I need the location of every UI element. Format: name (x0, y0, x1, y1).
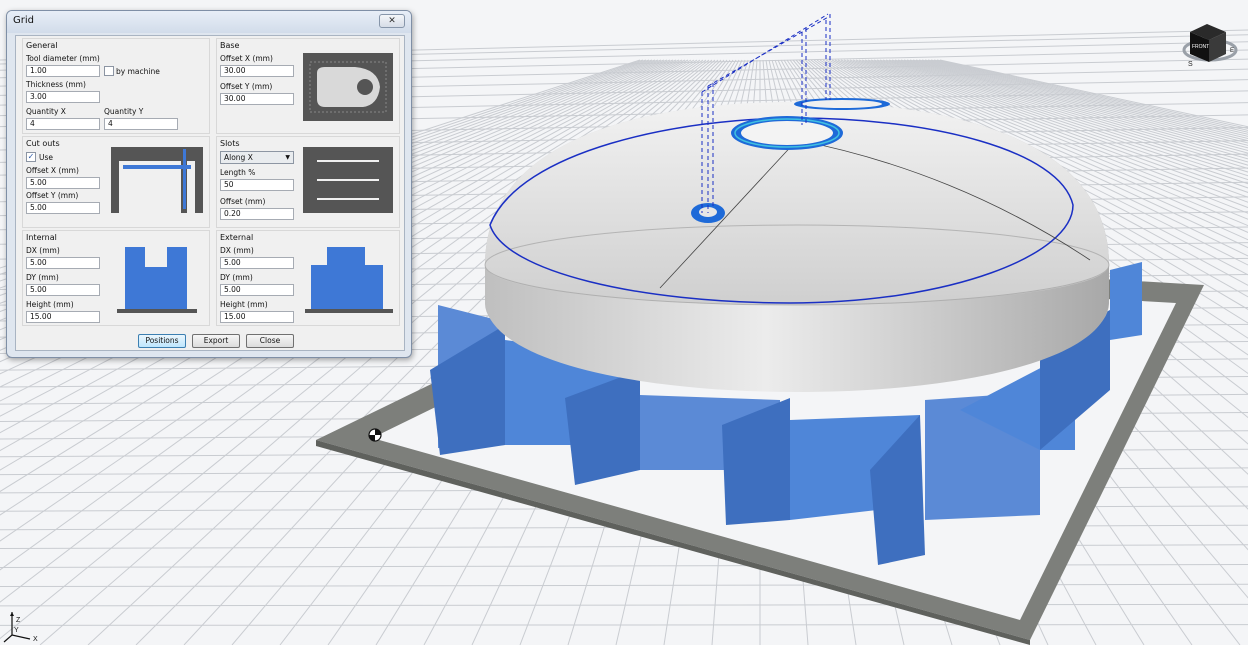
cutouts-offset-y-input[interactable]: 5.00 (26, 202, 100, 214)
axis-y-label: Y (14, 627, 19, 634)
dialog-close-icon[interactable]: ✕ (379, 14, 405, 28)
use-checkbox[interactable]: ✓ (26, 152, 36, 162)
cutouts-offset-x-label: Offset X (mm) (26, 166, 79, 175)
external-dx-input[interactable]: 5.00 (220, 257, 294, 269)
slots-preview-image (303, 147, 393, 213)
base-offset-x-label: Offset X (mm) (220, 54, 273, 63)
internal-title: Internal (26, 233, 57, 242)
internal-preview-image (111, 245, 203, 315)
internal-dy-label: DY (mm) (26, 273, 59, 282)
cutouts-title: Cut outs (26, 139, 60, 148)
slots-title: Slots (220, 139, 240, 148)
axis-triad: Z X Y (3, 612, 38, 643)
quantity-y-label: Quantity Y (104, 107, 144, 116)
internal-height-input[interactable]: 15.00 (26, 311, 100, 323)
internal-panel: Internal DX (mm) 5.00 DY (mm) 5.00 Heigh… (22, 230, 210, 326)
quantity-x-label: Quantity X (26, 107, 66, 116)
external-dy-input[interactable]: 5.00 (220, 284, 294, 296)
compass-s: S (1188, 61, 1193, 68)
grid-dialog: Grid ✕ General Tool diameter (mm) 1.00 b… (6, 10, 412, 358)
slots-direction-select[interactable]: Along X ▼ (220, 151, 294, 164)
tool-diameter-label: Tool diameter (mm) (26, 54, 100, 63)
quantity-y-input[interactable]: 4 (104, 118, 178, 130)
dialog-client: General Tool diameter (mm) 1.00 by machi… (15, 35, 405, 351)
cutouts-offset-x-input[interactable]: 5.00 (26, 177, 100, 189)
axis-z-label: Z (16, 617, 21, 624)
external-dx-label: DX (mm) (220, 246, 254, 255)
use-label: Use (39, 153, 54, 162)
slots-length-label: Length % (220, 168, 256, 177)
dialog-titlebar[interactable]: Grid ✕ (7, 11, 411, 33)
by-machine-checkbox[interactable] (104, 66, 114, 76)
cutouts-panel: Cut outs ✓ Use Offset X (mm) 5.00 Offset… (22, 136, 210, 228)
general-panel: General Tool diameter (mm) 1.00 by machi… (22, 38, 210, 134)
view-cube-face-label: FRONT (1192, 44, 1209, 50)
base-offset-x-input[interactable]: 30.00 (220, 65, 294, 77)
slots-offset-input[interactable]: 0.20 (220, 208, 294, 220)
dome-model[interactable] (484, 98, 1110, 392)
close-button[interactable]: Close (246, 334, 294, 348)
positions-button[interactable]: Positions (138, 334, 186, 348)
base-title: Base (220, 41, 240, 50)
export-button[interactable]: Export (192, 334, 240, 348)
external-preview-image (303, 245, 395, 315)
tool-diameter-input[interactable]: 1.00 (26, 65, 100, 77)
internal-dx-label: DX (mm) (26, 246, 60, 255)
external-height-label: Height (mm) (220, 300, 268, 309)
compass-e: E (1230, 48, 1234, 54)
external-panel: External DX (mm) 5.00 DY (mm) 5.00 Heigh… (216, 230, 400, 326)
slots-offset-label: Offset (mm) (220, 197, 266, 206)
external-dy-label: DY (mm) (220, 273, 253, 282)
origin-marker (368, 428, 382, 442)
slots-panel: Slots Along X ▼ Length % 50 Offset (mm) … (216, 136, 400, 228)
axis-x-label: X (33, 636, 38, 643)
dialog-title: Grid (13, 15, 34, 26)
cutouts-preview-image (111, 147, 203, 213)
slots-length-input[interactable]: 50 (220, 179, 294, 191)
general-title: General (26, 41, 58, 50)
external-height-input[interactable]: 15.00 (220, 311, 294, 323)
base-preview-image (303, 53, 393, 121)
quantity-x-input[interactable]: 4 (26, 118, 100, 130)
thickness-label: Thickness (mm) (26, 80, 86, 89)
by-machine-label: by machine (116, 67, 160, 76)
external-title: External (220, 233, 254, 242)
base-offset-y-label: Offset Y (mm) (220, 82, 273, 91)
internal-dx-input[interactable]: 5.00 (26, 257, 100, 269)
base-offset-y-input[interactable]: 30.00 (220, 93, 294, 105)
cutouts-offset-y-label: Offset Y (mm) (26, 191, 79, 200)
slots-direction-value: Along X (224, 153, 253, 162)
chevron-down-icon: ▼ (285, 154, 290, 161)
base-panel: Base Offset X (mm) 30.00 Offset Y (mm) 3… (216, 38, 400, 134)
internal-dy-input[interactable]: 5.00 (26, 284, 100, 296)
thickness-input[interactable]: 3.00 (26, 91, 100, 103)
internal-height-label: Height (mm) (26, 300, 74, 309)
